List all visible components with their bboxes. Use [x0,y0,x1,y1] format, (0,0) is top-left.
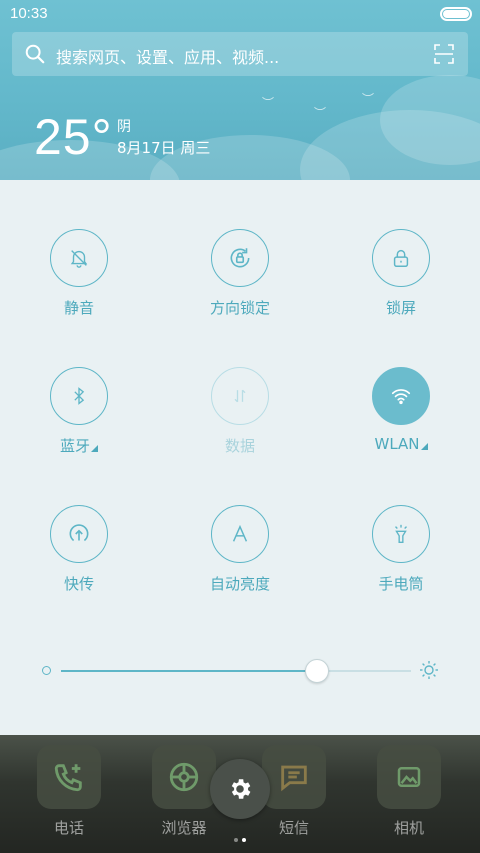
home-dock: 电话 浏览器 短信 相机 [0,735,480,853]
gear-icon [231,779,251,799]
brightness-slider-thumb[interactable] [304,659,329,683]
lock-icon [372,229,430,287]
settings-button[interactable] [210,759,270,819]
brightness-low-icon [42,666,51,675]
toggle-mute[interactable]: 静音 [24,229,134,339]
status-bar: 10:33 [0,0,480,28]
toggle-mobile-data[interactable]: 数据 [185,367,295,477]
temperature: 25° [34,109,113,165]
page-dot-active [242,838,246,842]
bell-mute-icon [50,229,108,287]
battery-icon [440,7,472,21]
toggle-label: 蓝牙 [24,435,134,456]
page-dot [234,838,238,842]
auto-brightness-icon [211,505,269,563]
dock-app-label: 短信 [278,819,309,837]
toggle-label-text: 蓝牙 [59,437,90,455]
quick-settings-panel: 静音 方向锁定 锁屏 蓝牙 数据 WLAN 快传 自动亮度 手电筒 [0,180,480,735]
flashlight-icon [372,505,430,563]
quick-share-icon [50,505,108,563]
toggle-label: 快传 [63,575,94,593]
brightness-slider-fill [61,670,317,672]
page-indicator [232,827,248,846]
rotation-lock-icon [211,229,269,287]
search-icon [25,44,45,64]
toggle-label: WLAN [346,435,456,453]
message-icon [262,745,326,809]
weather-condition: 阴 [117,119,131,135]
toggle-label: 数据 [224,437,255,455]
toggle-lock-screen[interactable]: 锁屏 [346,229,456,339]
camera-icon [377,745,441,809]
dock-app-label: 电话 [53,819,84,837]
bluetooth-icon [50,367,108,425]
dock-app-browser[interactable]: 浏览器 [152,745,216,838]
toggle-quick-share[interactable]: 快传 [24,505,134,615]
more-options-indicator [91,445,98,452]
bird-decoration: ︶ [314,106,327,120]
bird-decoration: ︶ [262,96,275,110]
bird-decoration: ︶ [362,92,375,106]
toggle-label: 静音 [63,299,94,317]
toggle-rotation-lock[interactable]: 方向锁定 [185,229,295,339]
wifi-icon [372,367,430,425]
brightness-slider[interactable] [61,659,411,683]
dock-app-phone[interactable]: 电话 [37,745,101,838]
toggle-bluetooth[interactable]: 蓝牙 [24,367,134,477]
dock-app-label: 相机 [393,819,424,837]
weather-date: 8月17日 周三 [117,139,211,157]
search-placeholder: 搜索网页、设置、应用、视频... [56,48,280,67]
toggle-label: 方向锁定 [209,299,270,317]
more-options-indicator [420,443,428,450]
search-bar[interactable]: 搜索网页、设置、应用、视频... [12,32,468,76]
dock-app-messages[interactable]: 短信 [262,745,326,838]
scan-icon[interactable] [434,44,454,64]
weather-header: ︶ ︶ ︶ 10:33 搜索网页、设置、应用、视频... 25° 阴 8月17日… [0,0,480,180]
toggle-wlan[interactable]: WLAN [346,367,456,477]
toggle-label-text: WLAN [374,435,420,453]
mobile-data-icon [211,367,269,425]
toggle-flashlight[interactable]: 手电筒 [346,505,456,615]
dock-app-label: 浏览器 [161,819,207,837]
browser-icon [152,745,216,809]
toggle-label: 自动亮度 [209,575,270,593]
toggle-label: 锁屏 [385,299,416,317]
toggle-auto-brightness[interactable]: 自动亮度 [185,505,295,615]
battery-level [443,10,469,18]
brightness-high-icon [420,661,438,679]
status-time: 10:33 [10,5,48,22]
toggle-label: 手电筒 [378,575,424,593]
phone-icon [37,745,101,809]
dock-app-camera[interactable]: 相机 [377,745,441,838]
